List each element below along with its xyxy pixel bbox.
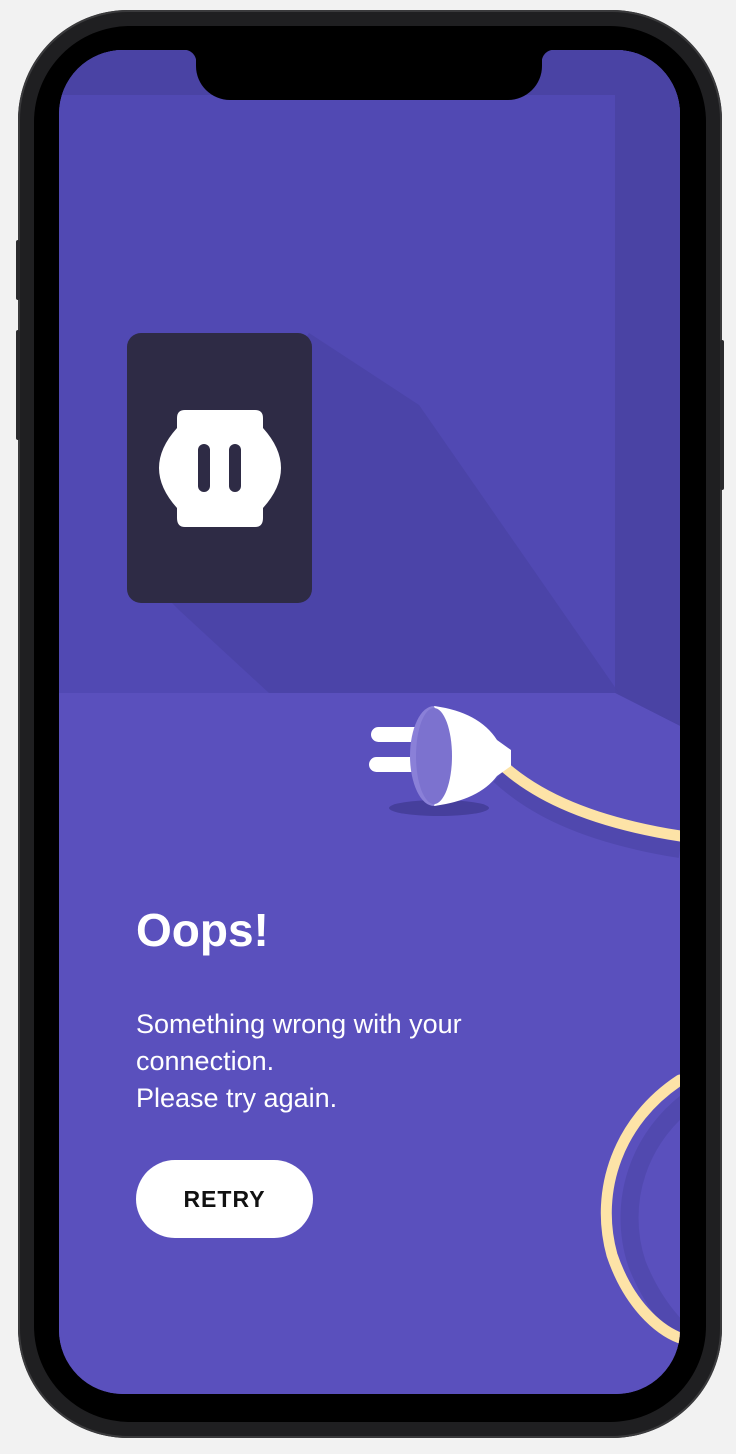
phone-notch [184, 50, 554, 100]
error-description: Something wrong with your connection. Pl… [136, 1006, 556, 1117]
phone-power-button [720, 340, 724, 490]
wall-corner [615, 50, 680, 726]
outlet-face [159, 410, 281, 527]
phone-side-button [16, 240, 20, 300]
error-title: Oops! [136, 904, 269, 956]
error-description-line-3: Please try again. [136, 1083, 338, 1113]
error-description-line-2: connection. [136, 1046, 275, 1076]
error-description-line-1: Something wrong with your [136, 1009, 462, 1039]
outlet-slot-right [229, 444, 241, 492]
phone-volume-button [16, 330, 20, 440]
retry-button[interactable]: RETRY [136, 1160, 313, 1238]
outlet-slot-left [198, 444, 210, 492]
error-message-block: Oops! Something wrong with your connecti… [136, 900, 556, 1117]
plug-face-inner [416, 708, 452, 804]
